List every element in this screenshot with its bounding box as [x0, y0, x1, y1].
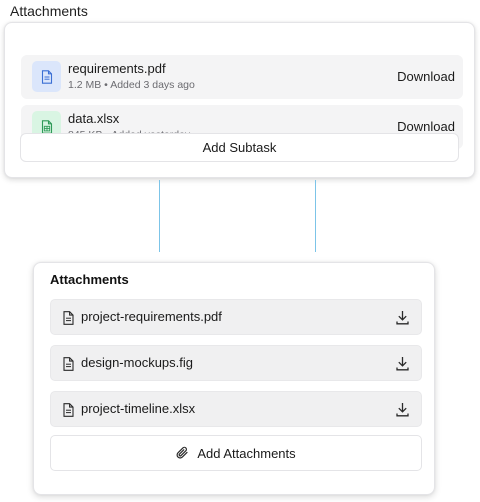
- file-icon: [63, 357, 74, 371]
- attachment-item[interactable]: project-requirements.pdf: [50, 299, 422, 335]
- connector-line-left: [159, 180, 160, 252]
- add-attachments-label: Add Attachments: [197, 445, 296, 461]
- paperclip-icon: [176, 446, 188, 459]
- attachment-row-pdf: requirements.pdf 1.2 MB • Added 3 days a…: [21, 55, 463, 99]
- download-button[interactable]: Download: [397, 69, 455, 84]
- file-meta: 1.2 MB • Added 3 days ago: [68, 79, 195, 91]
- attachment-item[interactable]: design-mockups.fig: [50, 345, 422, 381]
- download-icon[interactable]: [396, 402, 409, 417]
- attachment-name: project-timeline.xlsx: [81, 401, 196, 416]
- attachments-heading-top: Attachments: [10, 3, 88, 19]
- download-icon[interactable]: [396, 356, 409, 371]
- add-subtask-button[interactable]: Add Subtask: [20, 133, 459, 162]
- connector-line-right: [315, 180, 316, 252]
- file-icon: [63, 311, 74, 325]
- attachment-name: design-mockups.fig: [81, 355, 193, 370]
- add-attachments-button[interactable]: Add Attachments: [50, 435, 422, 471]
- attachment-name: project-requirements.pdf: [81, 309, 222, 324]
- download-icon[interactable]: [396, 310, 409, 325]
- attachments-heading-bottom: Attachments: [50, 272, 129, 287]
- file-icon: [63, 403, 74, 417]
- download-button[interactable]: Download: [397, 119, 455, 134]
- pdf-file-icon: [32, 61, 61, 92]
- file-name: data.xlsx: [68, 111, 120, 126]
- file-name: requirements.pdf: [68, 61, 166, 76]
- attachment-item[interactable]: project-timeline.xlsx: [50, 391, 422, 427]
